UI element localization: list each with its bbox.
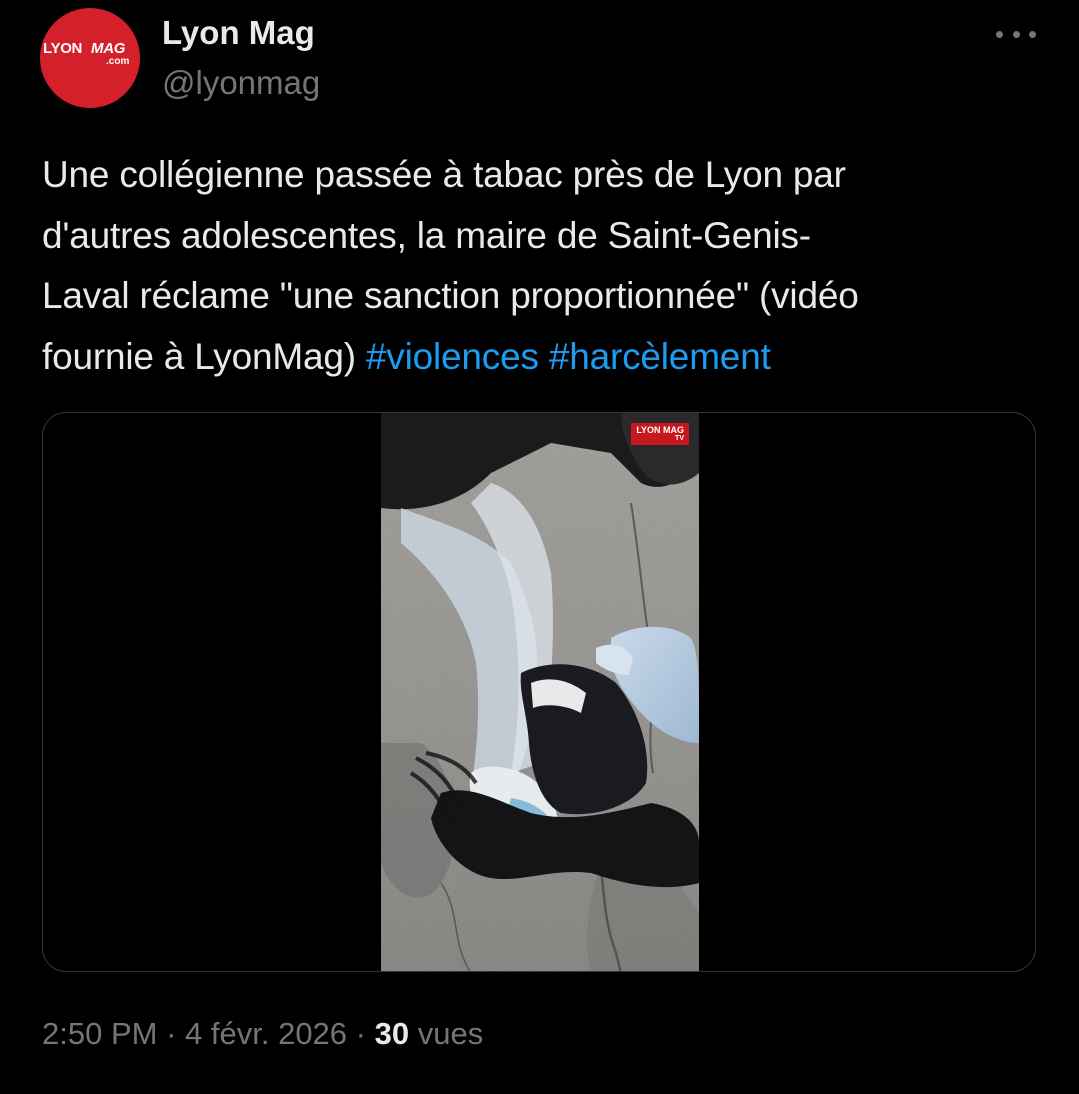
more-horizontal-icon[interactable] xyxy=(996,24,1036,44)
tweet-date[interactable]: 4 févr. 2026 xyxy=(185,1016,347,1051)
more-dot xyxy=(996,30,1003,38)
watermark-text: LYON MAG xyxy=(636,425,684,435)
watermark-sub: TV xyxy=(675,435,684,442)
logo-suffix: .com xyxy=(106,56,130,67)
lyonmag-logo: LYON MAG .com xyxy=(40,38,140,78)
hashtag-link[interactable]: #violences xyxy=(366,336,539,377)
media-card[interactable]: LYON MAG TV xyxy=(42,412,1036,972)
tweet-meta: 2:50 PM · 4 févr. 2026 · 30 vues xyxy=(42,1016,483,1052)
views-count[interactable]: 30 xyxy=(375,1016,409,1051)
tweet-text-line-last: fournie à LyonMag) #violences #harcèleme… xyxy=(42,327,1042,388)
avatar[interactable]: LYON MAG .com xyxy=(40,8,140,108)
tweet-time[interactable]: 2:50 PM xyxy=(42,1016,157,1051)
more-dot xyxy=(1029,30,1036,38)
video-player[interactable]: LYON MAG TV xyxy=(381,413,699,971)
logo-word-lyon: LYON xyxy=(43,40,83,57)
video-watermark: LYON MAG TV xyxy=(631,423,689,445)
logo-word-mag: MAG xyxy=(91,40,126,57)
views-label: vues xyxy=(417,1016,484,1051)
tweet-text-line: d'autres adolescentes, la maire de Saint… xyxy=(42,214,811,256)
tweet-text-fragment: fournie à LyonMag) xyxy=(42,335,356,377)
author-handle[interactable]: @lyonmag xyxy=(162,64,320,102)
meta-separator: · xyxy=(166,1016,177,1051)
author-display-name[interactable]: Lyon Mag xyxy=(162,14,315,52)
tweet-text-line: Laval réclame "une sanction proportionné… xyxy=(42,275,859,316)
more-dot xyxy=(1012,30,1020,38)
hashtag-link[interactable]: #harcèlement xyxy=(549,336,771,377)
tweet-text: Une collégienne passée à tabac près de L… xyxy=(42,145,1042,387)
video-frame xyxy=(381,413,699,971)
tweet-text-line: Une collégienne passée à tabac près de L… xyxy=(42,154,846,195)
meta-separator: · xyxy=(355,1016,366,1051)
